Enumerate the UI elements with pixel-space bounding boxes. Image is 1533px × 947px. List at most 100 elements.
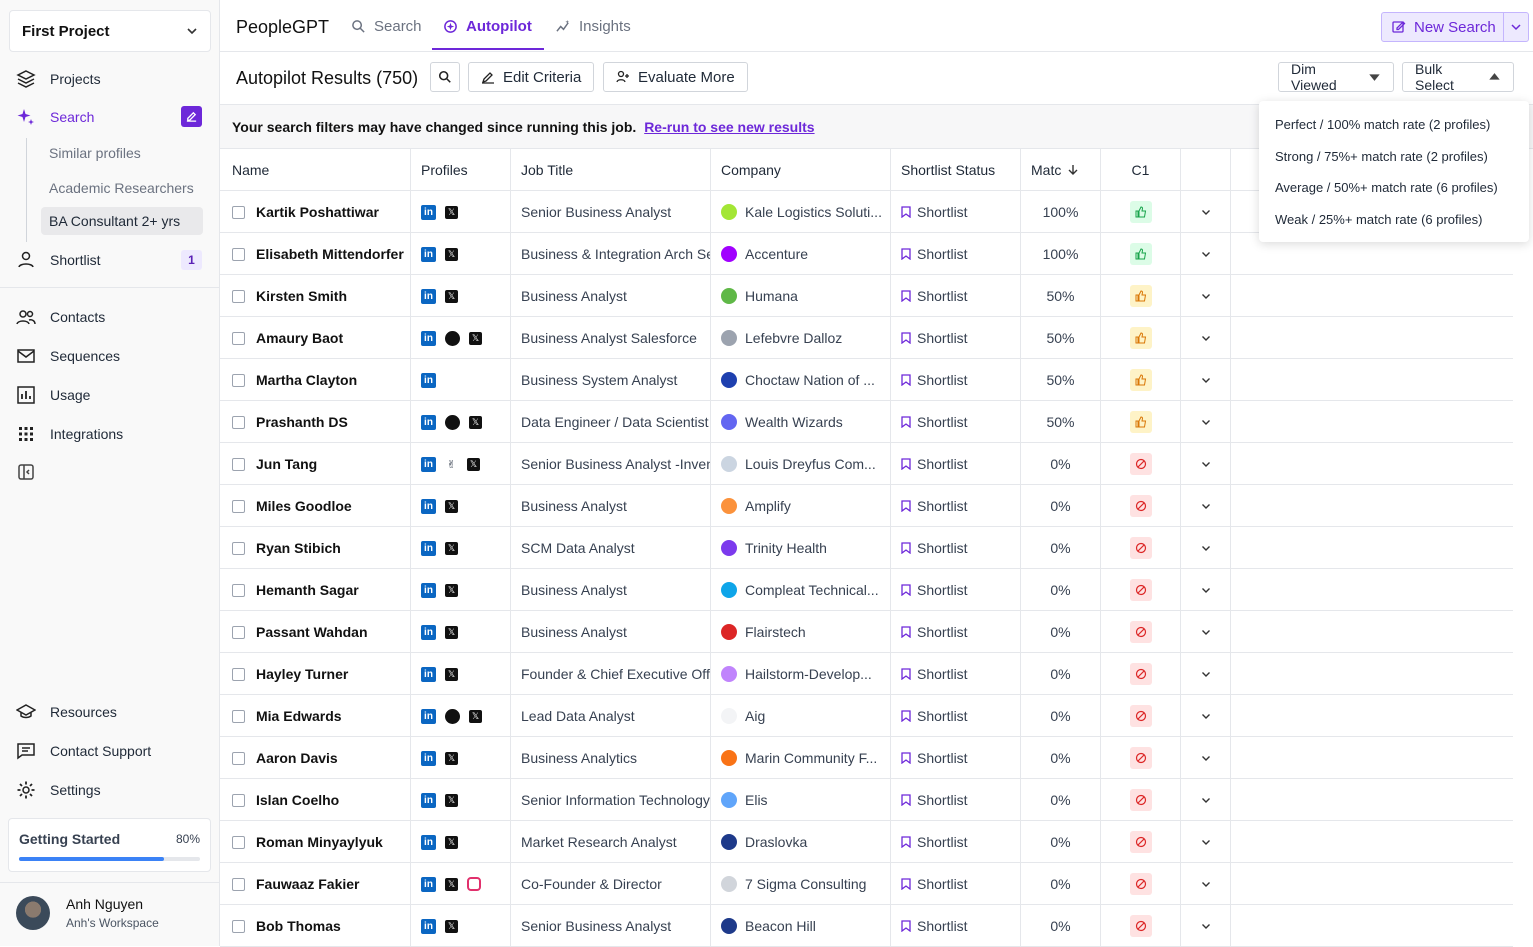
linkedin-icon[interactable]: in xyxy=(421,498,436,514)
sub-item-ba-consultant[interactable]: BA Consultant 2+ yrs xyxy=(41,207,203,235)
table-row[interactable]: Bob Thomas in 𝕏 Senior Business Analyst Beac… xyxy=(220,905,1513,947)
expand-cell[interactable] xyxy=(1181,695,1231,737)
x-twitter-icon[interactable]: 𝕏 xyxy=(445,289,458,303)
candidate-name[interactable]: Islan Coelho xyxy=(256,792,339,808)
table-row[interactable]: Hayley Turner in 𝕏 Founder & Chief Executiv… xyxy=(220,653,1513,695)
shortlist-status-cell[interactable]: Shortlist xyxy=(891,233,1021,275)
expand-cell[interactable] xyxy=(1181,653,1231,695)
column-header-company[interactable]: Company xyxy=(711,149,891,191)
linkedin-icon[interactable]: in xyxy=(421,204,436,220)
shortlist-status-cell[interactable]: Shortlist xyxy=(891,443,1021,485)
bulk-select-button[interactable]: Bulk Select xyxy=(1402,61,1514,93)
shortlist-status-cell[interactable]: Shortlist xyxy=(891,191,1021,233)
project-selector[interactable]: First Project xyxy=(9,10,211,52)
edit-criteria-button[interactable]: Edit Criteria xyxy=(468,62,595,92)
x-twitter-icon[interactable]: 𝕏 xyxy=(445,877,458,891)
candidate-name[interactable]: Jun Tang xyxy=(256,456,317,472)
candidate-name[interactable]: Prashanth DS xyxy=(256,414,348,430)
row-checkbox[interactable] xyxy=(232,877,245,891)
shortlist-status-cell[interactable]: Shortlist xyxy=(891,527,1021,569)
shortlist-status-cell[interactable]: Shortlist xyxy=(891,275,1021,317)
expand-cell[interactable] xyxy=(1181,569,1231,611)
x-twitter-icon[interactable]: 𝕏 xyxy=(445,205,458,219)
new-search-dropdown-toggle[interactable] xyxy=(1504,22,1528,32)
expand-cell[interactable] xyxy=(1181,401,1231,443)
expand-cell[interactable] xyxy=(1181,611,1231,653)
linkedin-icon[interactable]: in xyxy=(421,918,436,934)
candidate-name[interactable]: Hayley Turner xyxy=(256,666,348,682)
x-twitter-icon[interactable]: 𝕏 xyxy=(469,709,482,723)
nav-projects[interactable]: Projects xyxy=(16,69,101,89)
shortlist-status-cell[interactable]: Shortlist xyxy=(891,737,1021,779)
linkedin-icon[interactable]: in xyxy=(421,456,436,472)
row-checkbox[interactable] xyxy=(232,289,245,303)
candidate-name[interactable]: Roman Minyaylyuk xyxy=(256,834,383,850)
linkedin-icon[interactable]: in xyxy=(421,246,436,262)
tab-autopilot[interactable]: Autopilot xyxy=(443,18,532,35)
x-twitter-icon[interactable]: 𝕏 xyxy=(467,457,480,471)
table-row[interactable]: Jun Tang in ✌ 𝕏 Senior Business Analyst -Inv… xyxy=(220,443,1513,485)
sub-item-academic-researchers[interactable]: Academic Researchers xyxy=(49,180,194,196)
github-icon[interactable] xyxy=(445,708,460,724)
shortlist-status-cell[interactable]: Shortlist xyxy=(891,779,1021,821)
row-checkbox[interactable] xyxy=(232,835,245,849)
x-twitter-icon[interactable]: 𝕏 xyxy=(445,499,458,513)
nav-usage[interactable]: Usage xyxy=(16,385,90,405)
linkedin-icon[interactable]: in xyxy=(421,708,436,724)
table-row[interactable]: Fauwaaz Fakier in 𝕏 Co-Founder & Director 7 … xyxy=(220,863,1513,905)
tab-search[interactable]: Search xyxy=(351,18,422,35)
table-row[interactable]: Kirsten Smith in 𝕏 Business Analyst Humana Sh… xyxy=(220,275,1513,317)
bulk-select-option[interactable]: Weak / 25%+ match rate (6 profiles) xyxy=(1259,204,1529,236)
x-twitter-icon[interactable]: 𝕏 xyxy=(469,415,482,429)
expand-cell[interactable] xyxy=(1181,359,1231,401)
row-checkbox[interactable] xyxy=(232,499,245,513)
shortlist-status-cell[interactable]: Shortlist xyxy=(891,863,1021,905)
expand-cell[interactable] xyxy=(1181,191,1231,233)
scrollbar[interactable] xyxy=(1515,149,1533,946)
table-row[interactable]: Miles Goodloe in 𝕏 Business Analyst Amplify S… xyxy=(220,485,1513,527)
tab-insights[interactable]: Insights xyxy=(556,18,631,35)
row-checkbox[interactable] xyxy=(232,793,245,807)
linkedin-icon[interactable]: in xyxy=(421,330,436,346)
x-twitter-icon[interactable]: 𝕏 xyxy=(445,751,458,765)
table-row[interactable]: Prashanth DS in 𝕏 Data Engineer / Data Scie… xyxy=(220,401,1513,443)
evaluate-more-button[interactable]: Evaluate More xyxy=(603,62,748,92)
candidate-name[interactable]: Aaron Davis xyxy=(256,750,338,766)
candidate-name[interactable]: Kirsten Smith xyxy=(256,288,347,304)
linkedin-icon[interactable]: in xyxy=(421,666,436,682)
shortlist-status-cell[interactable]: Shortlist xyxy=(891,695,1021,737)
column-header-c1[interactable]: C1 xyxy=(1101,149,1181,191)
row-checkbox[interactable] xyxy=(232,709,245,723)
column-header-shortlist-status[interactable]: Shortlist Status xyxy=(891,149,1021,191)
row-checkbox[interactable] xyxy=(232,247,245,261)
dim-viewed-select[interactable]: Dim Viewed xyxy=(1278,61,1394,93)
collapse-sidebar-button[interactable] xyxy=(16,462,36,482)
nav-contact-support[interactable]: Contact Support xyxy=(16,741,151,761)
row-checkbox[interactable] xyxy=(232,919,245,933)
candidate-name[interactable]: Bob Thomas xyxy=(256,918,341,934)
linkedin-icon[interactable]: in xyxy=(421,372,436,388)
shortlist-status-cell[interactable]: Shortlist xyxy=(891,611,1021,653)
x-twitter-icon[interactable]: 𝕏 xyxy=(469,331,482,345)
linkedin-icon[interactable]: in xyxy=(421,582,436,598)
x-twitter-icon[interactable]: 𝕏 xyxy=(445,625,458,639)
shortlist-status-cell[interactable]: Shortlist xyxy=(891,359,1021,401)
search-results-button[interactable] xyxy=(430,62,460,92)
new-search-button[interactable]: New Search xyxy=(1381,12,1529,42)
table-row[interactable]: Islan Coelho in 𝕏 Senior Information Techno… xyxy=(220,779,1513,821)
expand-cell[interactable] xyxy=(1181,317,1231,359)
row-checkbox[interactable] xyxy=(232,457,245,471)
x-twitter-icon[interactable]: 𝕏 xyxy=(445,667,458,681)
candidate-name[interactable]: Fauwaaz Fakier xyxy=(256,876,360,892)
table-row[interactable]: Aaron Davis in 𝕏 Business Analytics Marin Co… xyxy=(220,737,1513,779)
nav-resources[interactable]: Resources xyxy=(16,702,117,722)
expand-cell[interactable] xyxy=(1181,905,1231,947)
instagram-icon[interactable] xyxy=(467,877,481,891)
x-twitter-icon[interactable]: 𝕏 xyxy=(445,541,458,555)
shortlist-status-cell[interactable]: Shortlist xyxy=(891,821,1021,863)
nav-sequences[interactable]: Sequences xyxy=(16,346,120,366)
table-row[interactable]: Mia Edwards in 𝕏 Lead Data Analyst Aig Shortl… xyxy=(220,695,1513,737)
nav-shortlist[interactable]: Shortlist xyxy=(16,250,101,270)
nav-settings[interactable]: Settings xyxy=(16,780,101,800)
row-checkbox[interactable] xyxy=(232,205,245,219)
